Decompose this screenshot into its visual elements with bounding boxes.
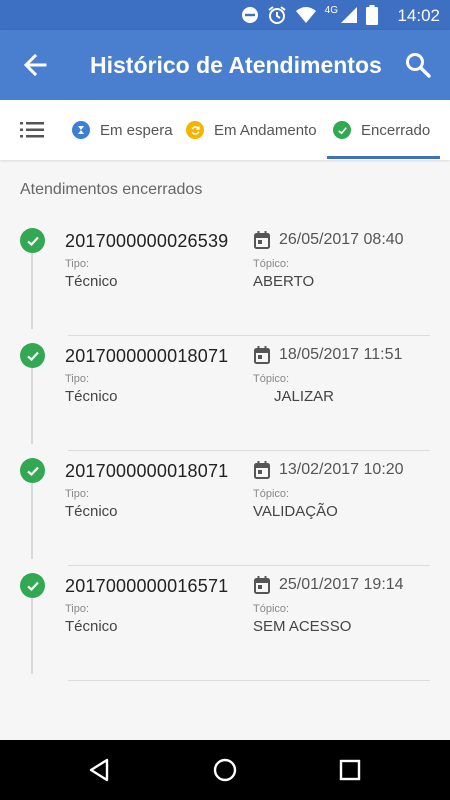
arrow-back-icon[interactable] <box>20 50 50 80</box>
timeline-line <box>31 368 33 444</box>
divider <box>68 680 430 681</box>
ticket-number: 2017000000018071 <box>65 346 229 366</box>
calendar-icon <box>254 576 270 594</box>
status-bar: 4G 14:02 <box>0 0 450 30</box>
tab-bar: Em espera Em Andamento Encerrado <box>0 100 450 160</box>
check-icon <box>333 121 351 139</box>
topico-label: Tópico: <box>253 373 290 385</box>
topico-value: ABERTO <box>253 273 315 290</box>
timeline-line <box>31 253 33 329</box>
search-icon[interactable] <box>404 51 432 79</box>
tipo-label: Tipo: <box>65 373 90 385</box>
selected-tab-indicator <box>327 156 440 159</box>
ticket-number: 2017000000018071 <box>65 461 229 481</box>
tipo-value: Técnico <box>65 273 118 290</box>
calendar-icon <box>254 346 270 364</box>
recents-square-icon[interactable] <box>337 757 363 783</box>
status-icons: 4G <box>241 4 378 25</box>
calendar-icon <box>254 231 270 249</box>
alarm-icon <box>268 6 286 24</box>
timeline-line <box>31 598 33 674</box>
divider <box>68 335 430 336</box>
navigation-bar <box>0 740 450 800</box>
check-circle-icon <box>20 343 45 368</box>
tipo-label: Tipo: <box>65 603 90 615</box>
calendar-icon <box>254 461 270 479</box>
divider <box>68 450 430 451</box>
page-title: Histórico de Atendimentos <box>90 52 382 78</box>
tab-label: Encerrado <box>361 121 431 139</box>
check-circle-icon <box>20 458 45 483</box>
check-circle-icon <box>20 573 45 598</box>
battery-icon <box>366 5 378 25</box>
topico-value: SEM ACESSO <box>253 618 352 635</box>
tab-encerrado[interactable]: Encerrado <box>333 100 430 160</box>
timeline-line <box>31 483 33 559</box>
sync-icon <box>186 121 204 139</box>
list-item[interactable]: 2017000000016571 25/01/2017 19:14 Tipo: … <box>0 573 450 688</box>
tipo-value: Técnico <box>65 388 118 405</box>
list-item[interactable]: 2017000000018071 13/02/2017 10:20 Tipo: … <box>0 458 450 573</box>
topico-label: Tópico: <box>253 258 290 270</box>
ticket-number: 2017000000016571 <box>65 576 229 596</box>
wifi-icon <box>295 7 316 23</box>
ticket-number: 2017000000026539 <box>65 231 229 251</box>
back-triangle-icon[interactable] <box>87 757 113 783</box>
topico-value: VALIDAÇÃO <box>253 503 338 520</box>
clock: 14:02 <box>397 6 440 25</box>
network-type: 4G <box>324 4 338 16</box>
signal-icon <box>341 7 357 23</box>
topico-value: JALIZAR <box>274 388 335 405</box>
ticket-date: 26/05/2017 08:40 <box>279 231 404 248</box>
tipo-value: Técnico <box>65 618 118 635</box>
list-icon[interactable] <box>20 120 44 140</box>
tab-label: Em espera <box>100 121 173 139</box>
section-title: Atendimentos encerrados <box>20 181 203 198</box>
topico-label: Tópico: <box>253 603 290 615</box>
hourglass-icon <box>72 121 90 139</box>
ticket-date: 18/05/2017 11:51 <box>279 346 403 363</box>
tipo-value: Técnico <box>65 503 118 520</box>
topico-label: Tópico: <box>253 488 290 500</box>
home-circle-icon[interactable] <box>212 757 238 783</box>
do-not-disturb-icon <box>241 7 258 23</box>
tab-label: Em Andamento <box>214 121 317 139</box>
list-item[interactable]: 2017000000026539 26/05/2017 08:40 Tipo: … <box>0 228 450 343</box>
ticket-date: 13/02/2017 10:20 <box>279 461 404 478</box>
tipo-label: Tipo: <box>65 258 90 270</box>
tipo-label: Tipo: <box>65 488 90 500</box>
check-circle-icon <box>20 228 45 253</box>
ticket-date: 25/01/2017 19:14 <box>279 576 404 593</box>
tab-em-andamento[interactable]: Em Andamento <box>186 100 317 160</box>
app-bar: Histórico de Atendimentos <box>0 30 450 100</box>
tab-em-espera[interactable]: Em espera <box>72 100 173 160</box>
divider <box>68 565 430 566</box>
list-item[interactable]: 2017000000018071 18/05/2017 11:51 Tipo: … <box>0 343 450 458</box>
